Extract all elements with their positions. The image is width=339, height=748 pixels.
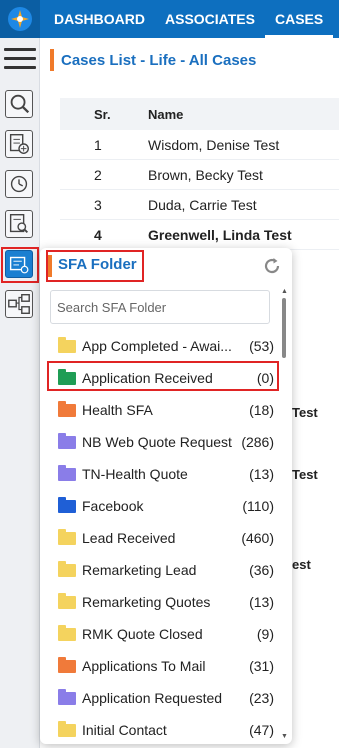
table-header: Sr. Name — [60, 98, 339, 130]
folder-item[interactable]: NB Web Quote Request (286) — [50, 428, 276, 456]
folder-count: (23) — [249, 690, 274, 706]
history-icon[interactable] — [5, 170, 33, 198]
left-sidebar — [0, 38, 40, 748]
folder-icon — [58, 560, 76, 577]
scroll-down-icon[interactable]: ▼ — [281, 733, 288, 740]
doc-search-icon[interactable] — [5, 210, 33, 238]
row-sr: 2 — [94, 166, 102, 183]
folder-name: Application Requested — [82, 690, 223, 706]
folder-icon — [58, 464, 76, 481]
folder-name: Applications To Mail — [82, 658, 206, 674]
folder-name: TN-Health Quote — [82, 466, 188, 482]
folder-icon — [58, 528, 76, 545]
folder-item[interactable]: Remarketing Lead (36) — [50, 556, 276, 584]
folder-icon — [58, 592, 76, 609]
row-name[interactable]: Greenwell, Linda Test — [128, 227, 292, 243]
folder-count: (31) — [249, 658, 274, 674]
nav-associates[interactable]: ASSOCIATES — [155, 0, 265, 38]
folder-item[interactable]: Initial Contact (47) — [50, 716, 276, 744]
folder-item[interactable]: App Completed - Awai... (53) — [50, 332, 276, 360]
row-name[interactable]: Wisdom, Denise Test — [128, 137, 279, 153]
folder-count: (53) — [249, 338, 274, 354]
scroll-up-icon[interactable]: ▲ — [281, 288, 288, 295]
nav-cases[interactable]: CASES — [264, 0, 334, 38]
folder-name: Initial Contact — [82, 722, 167, 738]
folder-item[interactable]: RMK Quote Closed (9) — [50, 620, 276, 648]
folder-count: (460) — [241, 530, 274, 546]
folder-count: (110) — [242, 498, 274, 514]
partial-row-text: Test — [292, 467, 318, 482]
row-sr: 3 — [94, 196, 102, 213]
folder-item[interactable]: Facebook (110) — [50, 492, 276, 520]
folder-count: (286) — [241, 434, 274, 450]
search-input[interactable]: Search SFA Folder — [50, 290, 270, 324]
folder-icon — [58, 624, 76, 641]
folder-item[interactable]: Application Requested (23) — [50, 684, 276, 712]
folder-count: (36) — [249, 562, 274, 578]
row-name[interactable]: Duda, Carrie Test — [128, 197, 257, 213]
folder-name: NB Web Quote Request — [82, 434, 232, 450]
cases-table: Sr. Name 1 Wisdom, Denise Test 2 Brown, Be… — [60, 98, 339, 250]
folder-item[interactable]: Health SFA (18) — [50, 396, 276, 424]
folder-item[interactable]: Lead Received (460) — [50, 524, 276, 552]
folder-count: (9) — [256, 626, 274, 642]
folder-name: Health SFA — [82, 402, 153, 418]
folder-item[interactable]: TN-Health Quote (13) — [50, 460, 276, 488]
search-placeholder: Search SFA Folder — [57, 300, 167, 315]
table-row[interactable]: 3 Duda, Carrie Test — [60, 190, 339, 220]
folder-icon — [58, 656, 76, 673]
partial-row-text: Test — [292, 405, 318, 420]
folder-item[interactable]: Remarketing Quotes (13) — [50, 588, 276, 616]
search-doc-icon[interactable] — [5, 90, 33, 118]
hamburger-icon[interactable] — [4, 48, 36, 70]
folder-count: (13) — [249, 466, 274, 482]
page-title-bar: Cases List - Life - All Cases — [50, 48, 256, 72]
refresh-icon[interactable] — [262, 256, 282, 276]
row-name[interactable]: Brown, Becky Test — [128, 167, 263, 183]
flow-icon[interactable] — [5, 290, 33, 318]
folder-name: Facebook — [82, 498, 144, 514]
folder-count: (47) — [249, 722, 274, 738]
folder-name: Remarketing Lead — [82, 562, 197, 578]
folder-icon — [58, 400, 76, 417]
partial-row-text: est — [292, 557, 311, 572]
logo-icon[interactable] — [0, 0, 40, 38]
header-name[interactable]: Name — [128, 107, 183, 122]
row-sr: 4 — [94, 226, 102, 243]
popup-scrollbar[interactable]: ▲ ▼ — [280, 288, 288, 740]
folder-icon — [58, 720, 76, 737]
highlight-folder-tool — [1, 247, 39, 283]
folder-name: Remarketing Quotes — [82, 594, 211, 610]
table-row[interactable]: 2 Brown, Becky Test — [60, 160, 339, 190]
page-title: Cases List - Life - All Cases — [61, 51, 257, 69]
folder-name: RMK Quote Closed — [82, 626, 203, 642]
header-sr[interactable]: Sr. — [60, 107, 128, 122]
folder-item[interactable]: Applications To Mail (31) — [50, 652, 276, 680]
highlight-popup-title — [46, 250, 144, 282]
folder-name: Lead Received — [82, 530, 176, 546]
highlight-application-received — [47, 361, 279, 391]
table-row[interactable]: 4 Greenwell, Linda Test — [60, 220, 339, 250]
add-doc-icon[interactable] — [5, 130, 33, 158]
folder-count: (13) — [249, 594, 274, 610]
row-sr: 1 — [94, 136, 102, 153]
top-navbar: DASHBOARD ASSOCIATES CASES — [0, 0, 339, 38]
folder-icon — [58, 688, 76, 705]
nav-dashboard[interactable]: DASHBOARD — [44, 0, 155, 38]
folder-count: (18) — [249, 402, 274, 418]
folder-name: App Completed - Awai... — [82, 338, 232, 354]
scroll-thumb[interactable] — [282, 298, 286, 358]
folder-icon — [58, 432, 76, 449]
folder-icon — [58, 336, 76, 353]
folder-icon — [58, 496, 76, 513]
sfa-folder-popup: SFA Folder Search SFA Folder ▲ ▼ App Com… — [40, 248, 292, 744]
title-accent — [50, 49, 54, 71]
table-row[interactable]: 1 Wisdom, Denise Test — [60, 130, 339, 160]
main-nav: DASHBOARD ASSOCIATES CASES — [44, 0, 334, 38]
